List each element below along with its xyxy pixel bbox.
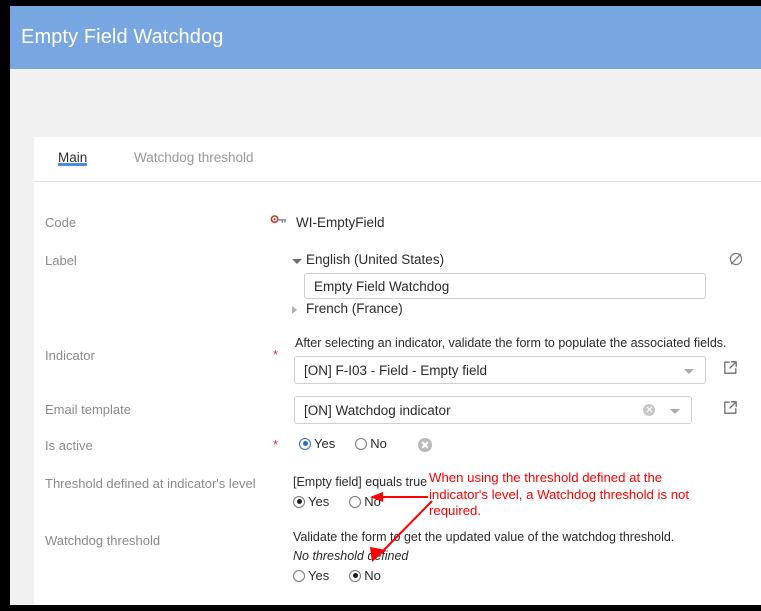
tab-watchdog-threshold[interactable]: Watchdog threshold	[134, 150, 254, 165]
form-row-label: Label English (United States) French (Fr…	[34, 249, 761, 329]
label-text-input[interactable]	[304, 273, 706, 299]
form-row-email-template: Email template [ON] Watchdog indicator	[34, 393, 761, 427]
label-label: Label	[45, 253, 77, 268]
tab-bar: Main Watchdog threshold	[34, 137, 761, 182]
page-title: Empty Field Watchdog	[21, 26, 224, 48]
email-template-label: Email template	[45, 402, 131, 417]
indicator-hint: After selecting an indicator, validate t…	[295, 336, 727, 350]
watchdog-threshold-radio-group: Yes No	[293, 568, 381, 583]
threshold-indicator-level-radio-yes[interactable]: Yes	[293, 494, 329, 509]
is-active-radio-no-label: No	[370, 436, 387, 451]
window-titlebar: Empty Field Watchdog	[10, 6, 761, 69]
form-row-threshold-indicator-level: Threshold defined at indicator's level […	[34, 472, 761, 516]
language-en-label[interactable]: English (United States)	[306, 252, 444, 267]
is-active-radio-no[interactable]: No	[355, 436, 387, 451]
tab-main[interactable]: Main	[58, 150, 88, 166]
email-template-select-value: [ON] Watchdog indicator	[304, 403, 451, 418]
radio-dot-icon	[355, 437, 368, 450]
radio-dot-icon	[299, 437, 311, 450]
radio-dot-icon	[349, 495, 362, 508]
form-row-indicator: Indicator * After selecting an indicator…	[34, 336, 761, 394]
watchdog-threshold-hint: Validate the form to get the updated val…	[293, 530, 675, 544]
empty-set-icon[interactable]	[728, 251, 744, 271]
watchdog-threshold-status: No threshold defined	[293, 549, 409, 563]
watchdog-threshold-radio-no[interactable]: No	[349, 568, 381, 583]
radio-dot-icon	[293, 495, 305, 508]
is-active-radio-yes-label: Yes	[314, 436, 336, 451]
threshold-indicator-level-radio-yes-label: Yes	[308, 494, 330, 509]
chevron-down-icon[interactable]	[684, 369, 694, 374]
radio-dot-icon	[293, 569, 305, 582]
chevron-down-icon[interactable]	[292, 259, 302, 264]
watchdog-threshold-radio-yes-label: Yes	[308, 568, 330, 583]
toolbar-area	[10, 69, 761, 137]
threshold-indicator-level-radio-no[interactable]: No	[349, 494, 381, 509]
clear-icon[interactable]	[418, 438, 432, 452]
code-label: Code	[45, 215, 77, 230]
tab-active-indicator	[58, 163, 88, 166]
indicator-select[interactable]: [ON] F-I03 - Field - Empty field	[294, 356, 706, 384]
content-card: Main Watchdog threshold Code WI-EmptyFie…	[34, 137, 761, 605]
language-fr-label[interactable]: French (France)	[306, 301, 403, 316]
watchdog-threshold-radio-no-label: No	[364, 568, 381, 583]
key-icon	[270, 213, 288, 233]
email-template-select[interactable]: [ON] Watchdog indicator	[294, 396, 692, 424]
threshold-indicator-level-radio-no-label: No	[364, 494, 381, 509]
watchdog-threshold-radio-yes[interactable]: Yes	[293, 568, 329, 583]
threshold-indicator-level-label: Threshold defined at indicator's level	[45, 476, 256, 491]
threshold-condition-text: [Empty field] equals true	[293, 475, 428, 489]
form-row-code: Code WI-EmptyField	[34, 211, 761, 237]
chevron-right-icon[interactable]	[292, 306, 297, 314]
is-active-radio-group: Yes No	[299, 436, 387, 451]
form-row-is-active: Is active * Yes No	[34, 434, 761, 460]
clear-icon[interactable]	[643, 404, 655, 416]
screenshot-root: Empty Field Watchdog Main Watchdog thres…	[0, 0, 761, 611]
external-link-icon[interactable]	[723, 400, 738, 419]
indicator-select-value: [ON] F-I03 - Field - Empty field	[304, 363, 488, 378]
application-window: Empty Field Watchdog Main Watchdog thres…	[10, 6, 761, 605]
threshold-indicator-level-radio-group: Yes No	[293, 494, 381, 509]
main-form: Code WI-EmptyField Label English (United…	[34, 181, 761, 605]
code-value: WI-EmptyField	[296, 215, 385, 230]
chevron-down-icon[interactable]	[670, 409, 680, 414]
indicator-required-marker: *	[273, 347, 279, 362]
is-active-label: Is active	[45, 438, 93, 453]
radio-dot-icon	[349, 569, 362, 582]
is-active-radio-yes[interactable]: Yes	[299, 436, 335, 451]
watchdog-threshold-label: Watchdog threshold	[45, 533, 161, 548]
indicator-label: Indicator	[45, 348, 95, 363]
external-link-icon[interactable]	[723, 360, 738, 379]
form-row-watchdog-threshold: Watchdog threshold Validate the form to …	[34, 529, 761, 591]
tab-watchdog-threshold-label: Watchdog threshold	[134, 150, 254, 165]
is-active-required-marker: *	[273, 437, 279, 452]
